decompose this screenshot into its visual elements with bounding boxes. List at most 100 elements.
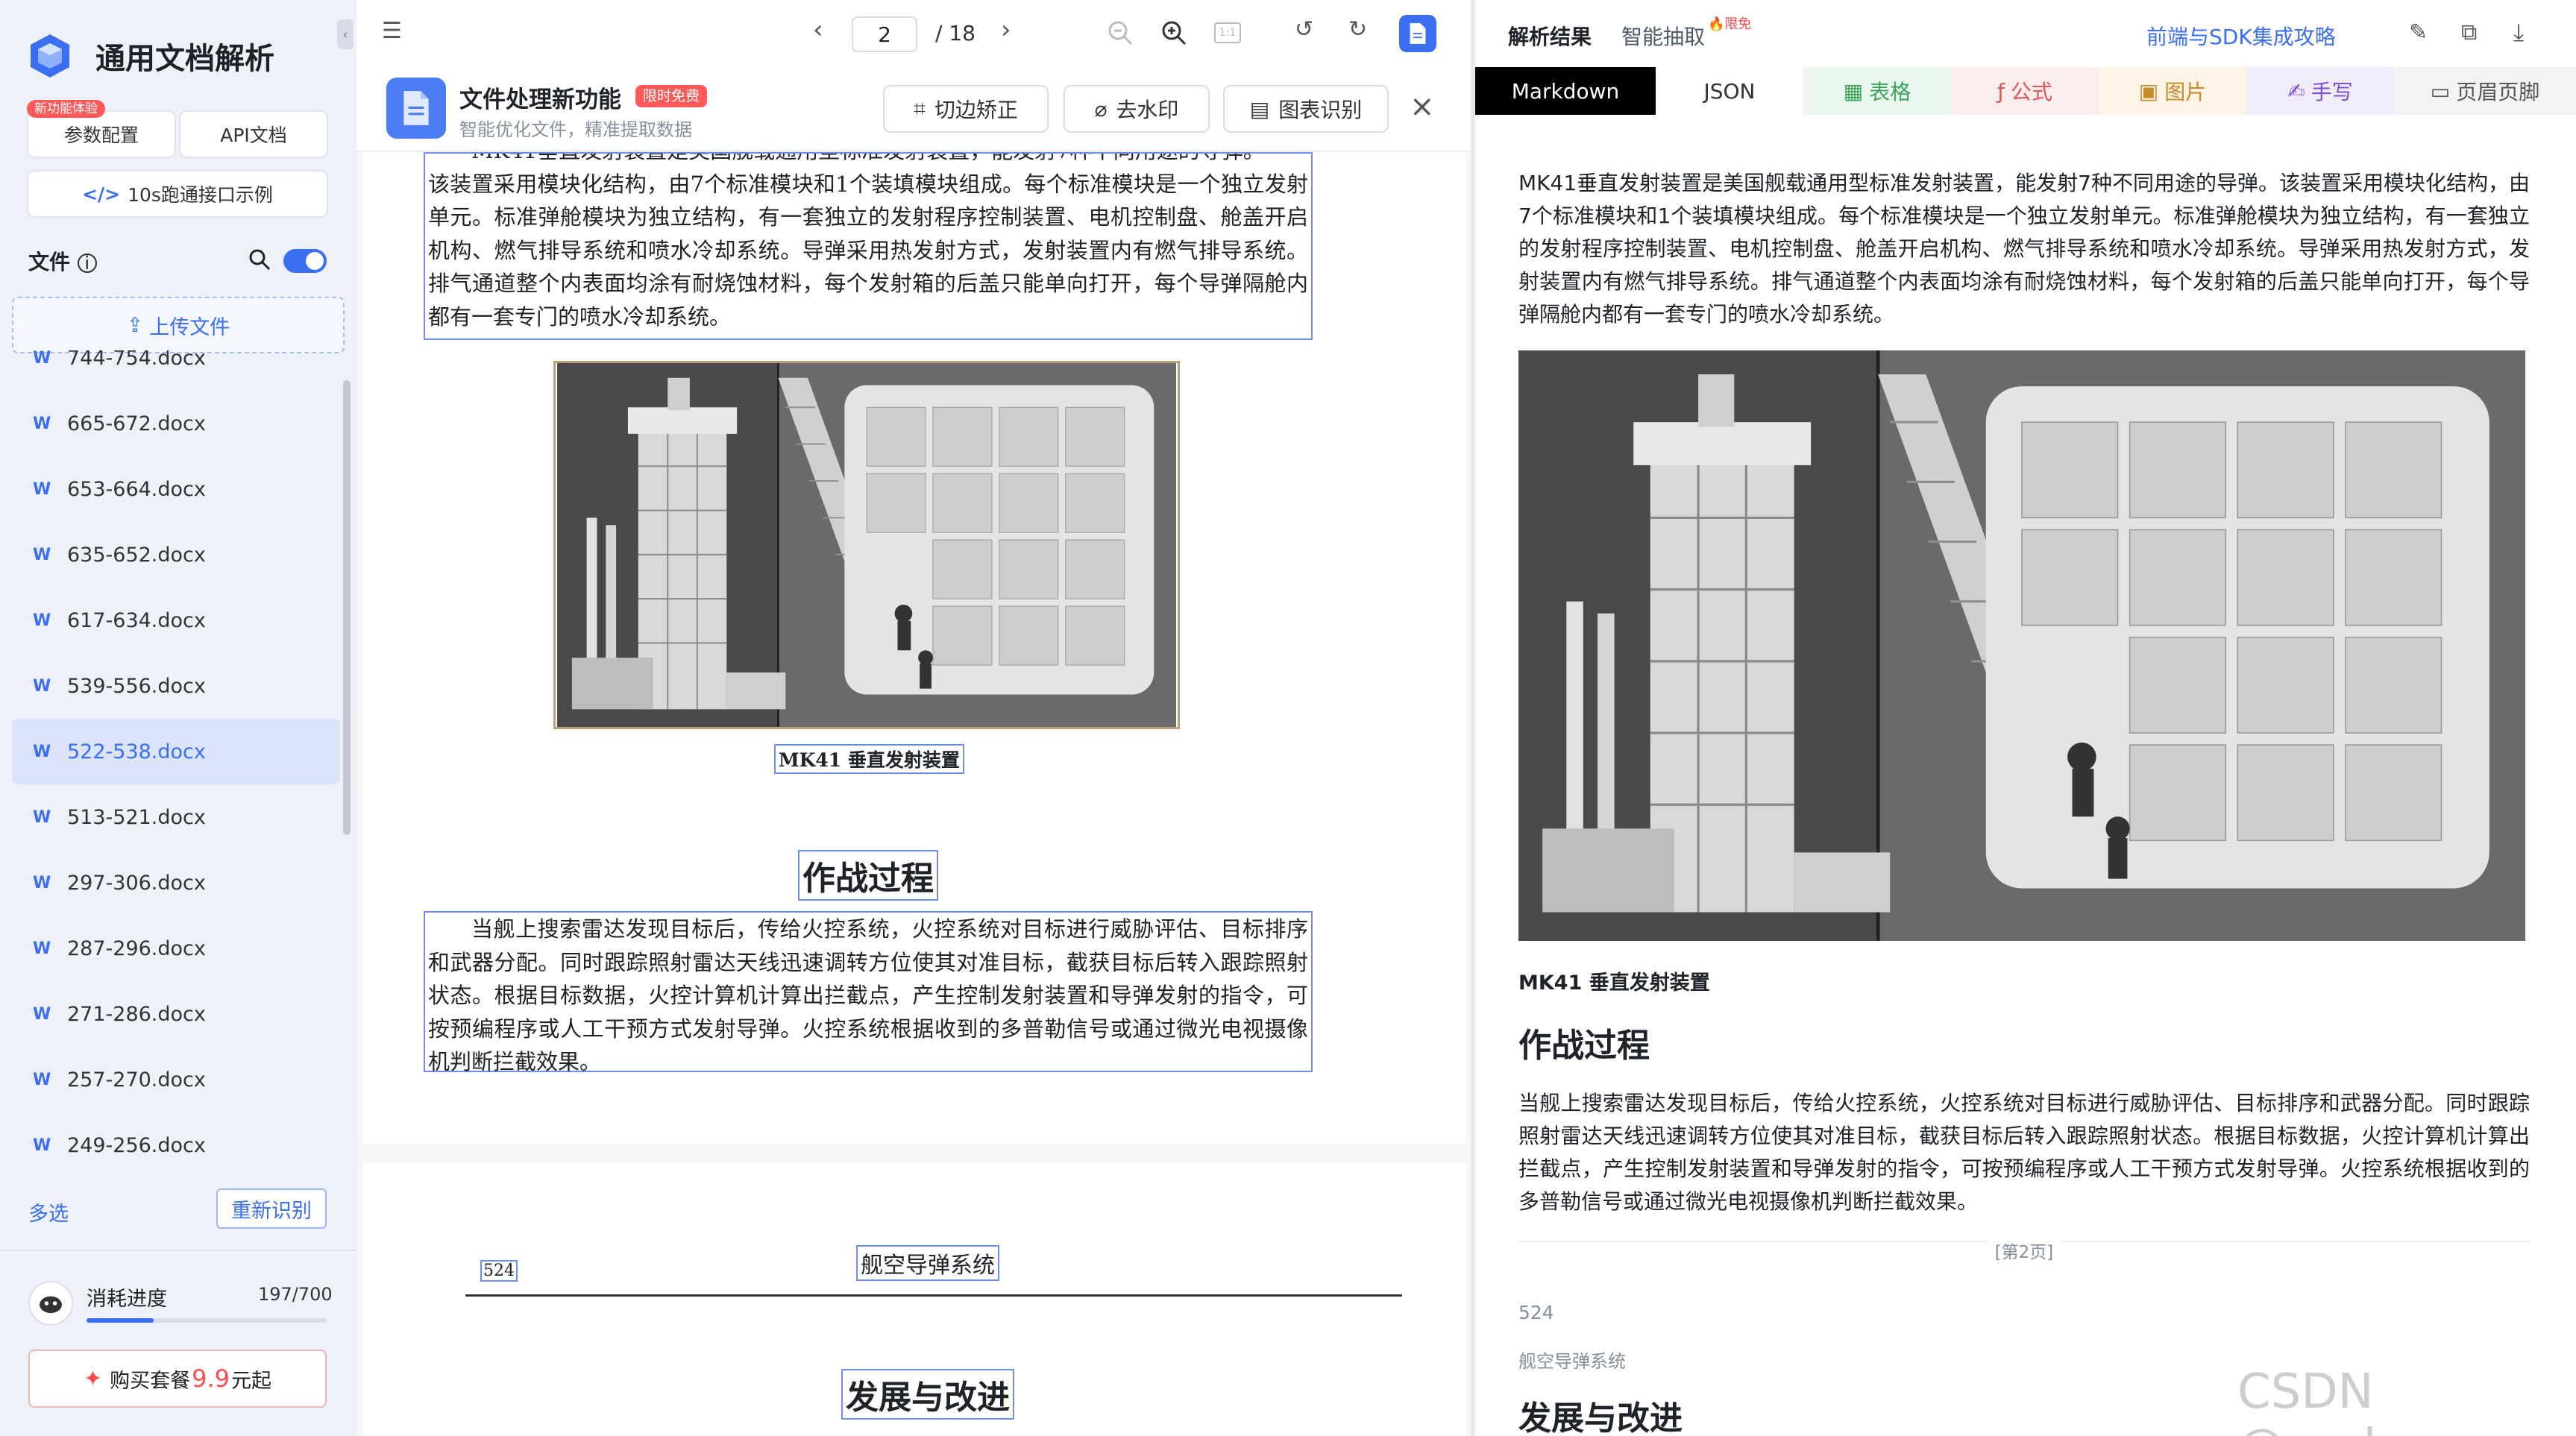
word-doc-icon: W [33, 414, 51, 433]
download-icon[interactable]: ⤓ [2513, 18, 2524, 47]
chart-recognition-label: 图表识别 [1278, 98, 1363, 122]
result-page-number: 524 [1518, 1302, 1554, 1323]
buy-prefix: 购买套餐 [110, 1369, 191, 1393]
document-view-icon[interactable] [1399, 15, 1436, 52]
word-doc-icon: W [33, 611, 51, 630]
file-name: 744-754.docx [67, 350, 206, 370]
result-page-marker-label: [第2页] [1987, 1238, 2061, 1263]
tab-smart-extract[interactable]: 智能抽取 [1621, 21, 1705, 51]
source-paragraph-1-first-line: MK41垂直发射装置是美国舰载通用型标准发射装置，能发射7种不同用途的导弹。 [428, 154, 1308, 168]
feature-doc-icon [386, 78, 446, 139]
file-list-item[interactable]: W 257-270.docx [12, 1047, 340, 1112]
formula-icon: ƒ [1997, 78, 2005, 104]
tab-images-label: 图片 [2164, 80, 2207, 104]
buy-plan-button[interactable]: ✦ 购买套餐 9.9 元起 [28, 1350, 327, 1408]
result-launcher-image[interactable] [1518, 350, 2525, 941]
tab-handwriting[interactable]: ✍ 手写 [2246, 67, 2394, 115]
api-docs-button[interactable]: API文档 [179, 110, 328, 158]
crop-correct-button[interactable]: ⌗ 切边矫正 [883, 85, 1049, 133]
file-list-item[interactable]: W 271-286.docx [12, 981, 340, 1047]
outline-menu-icon[interactable]: ☰ [382, 18, 402, 44]
demo-label: 10s跑通接口示例 [128, 184, 273, 206]
tab-header-footer[interactable]: ▭ 页眉页脚 [2394, 67, 2576, 115]
tab-tables-label: 表格 [1869, 80, 1911, 104]
info-icon[interactable]: i [77, 253, 97, 273]
file-name: 257-270.docx [67, 1068, 206, 1092]
files-toggle[interactable] [283, 249, 327, 273]
files-label: 文件 [28, 250, 71, 274]
source-heading-combat[interactable]: 作战过程 [798, 850, 938, 901]
file-name: 539-556.docx [67, 674, 206, 698]
file-list-item[interactable]: W 653-664.docx [12, 456, 340, 522]
multi-select-link[interactable]: 多选 [28, 1197, 69, 1226]
file-list-item[interactable]: W 287-296.docx [12, 916, 340, 981]
rotate-right-icon[interactable]: ↻ [1348, 16, 1367, 42]
file-list-item[interactable]: W 744-754.docx [12, 350, 340, 391]
copy-icon[interactable]: ⧉ [2461, 19, 2477, 45]
app-title: 通用文档解析 [95, 42, 274, 76]
next-page-icon[interactable]: › [1001, 15, 1011, 45]
table-icon: ▦ [1843, 78, 1864, 104]
flame-icon: 🔥 [1708, 16, 1725, 32]
word-doc-icon: W [33, 873, 51, 892]
buy-price: 9.9 [192, 1364, 230, 1393]
file-list-item[interactable]: W 665-672.docx [12, 391, 340, 456]
source-heading-development[interactable]: 发展与改进 [841, 1369, 1014, 1420]
source-launcher-image[interactable] [553, 361, 1180, 729]
tab-parse-result[interactable]: 解析结果 [1508, 21, 1592, 51]
word-doc-icon: W [33, 742, 51, 761]
tab-json[interactable]: JSON [1656, 67, 1803, 115]
word-doc-icon: W [33, 545, 51, 564]
sparkle-icon: ✦ [83, 1365, 103, 1392]
source-paragraph-2[interactable]: 当舰上搜索雷达发现目标后，传给火控系统，火控系统对目标进行威胁评估、目标排序和武… [424, 911, 1313, 1074]
result-paragraph-2: 当舰上搜索雷达发现目标后，传给火控系统，火控系统对目标进行威胁评估、目标排序和武… [1518, 1091, 2530, 1214]
remove-watermark-button[interactable]: ⌀ 去水印 [1064, 85, 1210, 133]
zoom-in-icon[interactable] [1160, 19, 1187, 46]
remove-watermark-label: 去水印 [1116, 98, 1179, 122]
file-list-item[interactable]: W 635-652.docx [12, 522, 340, 588]
file-list-item[interactable]: W 617-634.docx [12, 588, 340, 653]
file-name: 665-672.docx [67, 412, 206, 435]
collapse-sidebar-button[interactable]: ‹ [337, 19, 354, 49]
edit-icon[interactable]: ✎ [2409, 19, 2428, 45]
result-running-header: 舰空导弹系统 [1518, 1351, 1626, 1372]
file-list-item[interactable]: W 522-538.docx [12, 719, 340, 784]
word-doc-icon: W [33, 1136, 51, 1155]
file-list-item[interactable]: W 249-256.docx [12, 1112, 340, 1171]
source-page-number[interactable]: 524 [480, 1260, 518, 1282]
prev-page-icon[interactable]: ‹ [813, 15, 823, 45]
tab-tables[interactable]: ▦ 表格 [1803, 67, 1951, 115]
source-paragraph-1[interactable]: MK41垂直发射装置是美国舰载通用型标准发射装置，能发射7种不同用途的导弹。 该… [424, 152, 1313, 340]
chart-recognition-button[interactable]: ▤ 图表识别 [1223, 85, 1389, 133]
word-doc-icon: W [33, 807, 51, 827]
word-doc-icon: W [33, 676, 51, 696]
zoom-out-icon[interactable] [1107, 19, 1134, 46]
sdk-guide-link[interactable]: 前端与SDK集成攻略 [2146, 21, 2336, 51]
file-name: 635-652.docx [67, 543, 206, 567]
result-figure-caption: MK41 垂直发射装置 [1518, 971, 1710, 995]
tab-images[interactable]: ▣ 图片 [2099, 67, 2246, 115]
file-list-scrollbar[interactable] [343, 380, 351, 835]
tab-markdown[interactable]: Markdown [1475, 67, 1656, 115]
upload-label: 上传文件 [149, 315, 230, 339]
file-list-item[interactable]: W 297-306.docx [12, 850, 340, 916]
page-total: / 18 [935, 21, 976, 45]
rotate-left-icon[interactable]: ↺ [1295, 16, 1313, 42]
tab-formulas[interactable]: ƒ 公式 [1951, 67, 2099, 115]
avatar[interactable] [28, 1281, 73, 1326]
page-number-input[interactable]: 2 [852, 16, 917, 52]
file-list-item[interactable]: W 539-556.docx [12, 653, 340, 719]
demo-button[interactable]: </> 10s跑通接口示例 [27, 170, 328, 218]
upload-file-button[interactable]: ⇪ 上传文件 [12, 297, 345, 353]
close-banner-icon[interactable]: × [1410, 89, 1435, 124]
word-doc-icon: W [33, 350, 51, 368]
consume-progress-fill [87, 1318, 154, 1323]
fit-size-icon[interactable]: 1:1 [1214, 22, 1241, 43]
source-running-header[interactable]: 舰空导弹系统 [856, 1245, 999, 1281]
search-icon[interactable] [248, 248, 271, 271]
app-logo-icon [31, 34, 69, 78]
reparse-button[interactable]: 重新识别 [216, 1188, 327, 1229]
tab-handwriting-label: 手写 [2310, 80, 2353, 104]
file-list-item[interactable]: W 513-521.docx [12, 784, 340, 850]
source-figure-caption[interactable]: MK41 垂直发射装置 [774, 744, 964, 774]
